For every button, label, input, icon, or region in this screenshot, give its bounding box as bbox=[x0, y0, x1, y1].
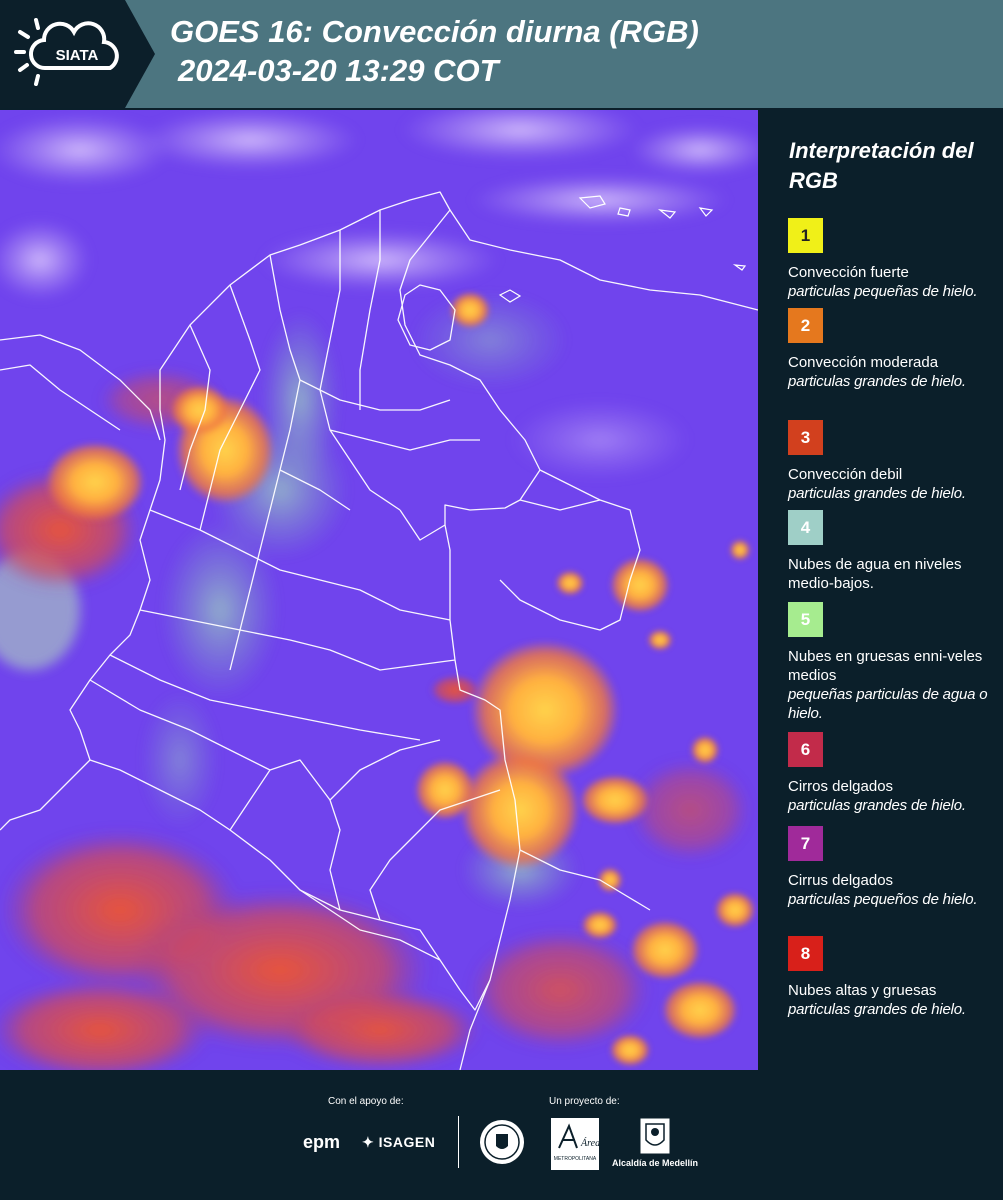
legend-badge-8: 8 bbox=[788, 936, 823, 971]
area-metropolitana-logo-icon: Área METROPOLITANA bbox=[551, 1118, 599, 1170]
legend-item-4: 4 Nubes de agua en niveles medio-bajos. bbox=[788, 510, 998, 593]
legend-badge-4: 4 bbox=[788, 510, 823, 545]
alcaldia-shield-icon bbox=[640, 1118, 670, 1154]
svg-text:SIATA: SIATA bbox=[56, 47, 99, 64]
legend-badge-6: 6 bbox=[788, 732, 823, 767]
svg-text:Área: Área bbox=[580, 1137, 599, 1149]
legend-label-1: Convección fuerte bbox=[788, 264, 909, 281]
footer-divider bbox=[458, 1116, 459, 1168]
legend-badge-7: 7 bbox=[788, 826, 823, 861]
legend-label-5: Nubes en gruesas enni-veles medios bbox=[788, 648, 983, 684]
isagen-logo: ✦ ISAGEN bbox=[362, 1134, 435, 1151]
legend-item-7: 7 Cirrus delgados particulas pequeños de… bbox=[788, 826, 998, 909]
isagen-text: ISAGEN bbox=[378, 1134, 436, 1150]
legend-badge-1: 1 bbox=[788, 218, 823, 253]
header-bar: SIATA GOES 16: Convección diurna (RGB) 2… bbox=[0, 0, 1003, 108]
isagen-icon: ✦ bbox=[362, 1134, 379, 1150]
legend-item-3: 3 Convección debil particulas grandes de… bbox=[788, 420, 998, 503]
legend-label-8: Nubes altas y gruesas bbox=[788, 982, 937, 999]
epm-logo: epm bbox=[303, 1132, 341, 1152]
legend-label-3: Convección debil bbox=[788, 466, 903, 483]
legend-badge-3: 3 bbox=[788, 420, 823, 455]
map-title: GOES 16: Convección diurna (RGB) bbox=[170, 14, 699, 49]
footer-bar: Con el apoyo de: Un proyecto de: epm ✦ I… bbox=[0, 1070, 1003, 1200]
project-label: Un proyecto de: bbox=[549, 1096, 620, 1107]
legend-label-4: Nubes de agua en niveles medio-bajos. bbox=[788, 556, 962, 592]
satellite-image bbox=[0, 110, 758, 1070]
legend-sub-6: particulas grandes de hielo. bbox=[788, 797, 966, 814]
legend-label-6: Cirros delgados bbox=[788, 778, 894, 795]
svg-text:METROPOLITANA: METROPOLITANA bbox=[554, 1156, 597, 1162]
legend-badge-5: 5 bbox=[788, 602, 823, 637]
support-label: Con el apoyo de: bbox=[328, 1096, 404, 1107]
legend-panel: Interpretación del RGB 1 Convección fuer… bbox=[760, 110, 1003, 1070]
siata-logo: SIATA bbox=[0, 0, 155, 108]
alcaldia-label: Alcaldía de Medellín bbox=[612, 1158, 699, 1168]
legend-sub-5: pequeñas particulas de agua o hielo. bbox=[788, 686, 988, 722]
legend-sub-3: particulas grandes de hielo. bbox=[788, 485, 966, 502]
legend-item-6: 6 Cirros delgados particulas grandes de … bbox=[788, 732, 998, 815]
legend-label-2: Convección moderada bbox=[788, 354, 939, 371]
legend-sub-8: particulas grandes de hielo. bbox=[788, 1001, 966, 1018]
legend-badge-2: 2 bbox=[788, 308, 823, 343]
legend-item-8: 8 Nubes altas y gruesas particulas grand… bbox=[788, 936, 998, 1019]
legend-item-2: 2 Convección moderada particulas grandes… bbox=[788, 308, 998, 391]
legend-sub-7: particulas pequeños de hielo. bbox=[788, 891, 978, 908]
satellite-map-svg bbox=[0, 110, 758, 1070]
legend-item-1: 1 Convección fuerte particulas pequeñas … bbox=[788, 218, 998, 301]
medellin-seal-icon bbox=[480, 1120, 524, 1164]
legend-sub-1: particulas pequeñas de hielo. bbox=[788, 283, 978, 300]
legend-item-5: 5 Nubes en gruesas enni-veles medios peq… bbox=[788, 602, 998, 723]
map-timestamp: 2024-03-20 13:29 COT bbox=[178, 53, 499, 88]
legend-label-7: Cirrus delgados bbox=[788, 872, 894, 889]
legend-sub-2: particulas grandes de hielo. bbox=[788, 373, 966, 390]
legend-title: Interpretación del RGB bbox=[789, 138, 974, 193]
siata-logo-icon: SIATA bbox=[14, 18, 119, 86]
